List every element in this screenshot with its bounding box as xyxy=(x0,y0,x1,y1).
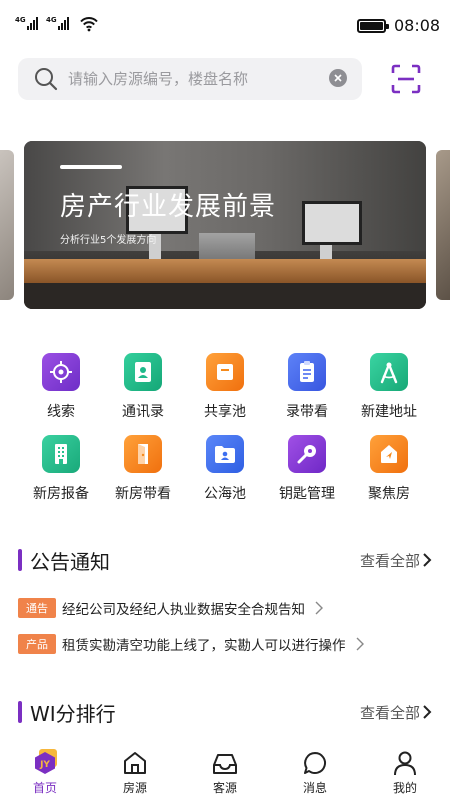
contacts-icon xyxy=(124,353,162,391)
quick-action-shared-pool[interactable]: 共享池 xyxy=(184,353,266,421)
door-icon xyxy=(124,435,162,473)
section-accent-bar xyxy=(18,549,22,571)
svg-text:JY: JY xyxy=(39,760,50,770)
building-icon xyxy=(42,435,80,473)
banner-monitor-image-2 xyxy=(302,201,362,245)
quick-action-label: 通讯录 xyxy=(122,404,164,420)
tab-profile[interactable]: 我的 xyxy=(360,746,450,796)
search-icon xyxy=(35,68,58,91)
key-icon xyxy=(288,435,326,473)
user-icon xyxy=(394,751,416,776)
tab-label: 我的 xyxy=(392,781,417,795)
tab-clients[interactable]: 客源 xyxy=(180,746,270,796)
tab-label: 房源 xyxy=(122,781,147,795)
quick-action-label: 公海池 xyxy=(204,486,246,502)
close-icon xyxy=(334,74,342,82)
carousel-prev-slide[interactable] xyxy=(0,150,14,300)
chat-bubble-icon xyxy=(304,752,326,774)
tab-label: 首页 xyxy=(32,781,57,795)
quick-action-label: 钥匙管理 xyxy=(279,486,335,502)
quick-action-label: 新建地址 xyxy=(361,404,417,420)
banner-subtitle: 分析行业5个发展方向 xyxy=(60,235,157,246)
banner-desk xyxy=(24,259,426,283)
compass-icon xyxy=(370,353,408,391)
quick-action-focus-house[interactable]: 聚焦房 xyxy=(348,435,430,503)
tab-listings[interactable]: 房源 xyxy=(90,746,180,796)
quick-action-label: 聚焦房 xyxy=(368,486,410,502)
quick-action-label: 线索 xyxy=(47,404,75,420)
clipboard-icon xyxy=(288,353,326,391)
quick-action-leads[interactable]: 线索 xyxy=(20,353,102,421)
announcement-tag: 产品 xyxy=(18,634,56,654)
house-icon xyxy=(124,752,146,774)
scan-icon[interactable] xyxy=(390,63,422,95)
quick-action-new-home-viewing[interactable]: 新房带看 xyxy=(102,435,184,503)
cellular-signal-icon-2: 4G xyxy=(46,17,70,30)
status-time: 08:08 xyxy=(394,16,441,35)
announcement-text: 经纪公司及经纪人执业数据安全合规告知 xyxy=(62,602,305,618)
banner-title: 房产行业发展前景 xyxy=(60,192,277,222)
quick-action-new-address[interactable]: 新建地址 xyxy=(348,353,430,421)
inbox-icon xyxy=(213,754,237,774)
announcement-text: 租赁实勘清空功能上线了，实勘人可以进行操作 xyxy=(62,638,346,654)
target-icon xyxy=(42,353,80,391)
section-accent-bar xyxy=(18,701,22,723)
promo-banner[interactable]: 房产行业发展前景 分析行业5个发展方向 xyxy=(24,141,426,309)
quick-action-contacts[interactable]: 通讯录 xyxy=(102,353,184,421)
announcements-header: 公告通知 查看全部 xyxy=(18,546,432,574)
folder-user-icon xyxy=(206,435,244,473)
quick-action-label: 共享池 xyxy=(204,404,246,420)
tab-messages[interactable]: 消息 xyxy=(270,746,360,796)
ranking-view-all-link[interactable]: 查看全部 xyxy=(360,702,420,723)
quick-action-label: 录带看 xyxy=(286,404,328,420)
announcements-title: 公告通知 xyxy=(30,550,110,574)
chevron-right-icon xyxy=(315,601,323,615)
quick-action-public-pool[interactable]: 公海池 xyxy=(184,435,266,503)
announcement-item[interactable]: 通告 经纪公司及经纪人执业数据安全合规告知 xyxy=(18,597,323,619)
quick-action-record-viewing[interactable]: 录带看 xyxy=(266,353,348,421)
announcement-tag: 通告 xyxy=(18,598,56,618)
share-box-icon xyxy=(206,353,244,391)
chevron-right-icon[interactable] xyxy=(422,552,432,568)
battery-icon xyxy=(357,19,389,33)
carousel-next-slide[interactable] xyxy=(436,150,450,300)
home-logo-icon: JY xyxy=(35,749,57,774)
bottom-tab-bar: JY 首页 房源 客源 消息 我的 xyxy=(0,740,450,800)
network-type-label-2: 4G xyxy=(46,16,57,24)
announcements-view-all-link[interactable]: 查看全部 xyxy=(360,550,420,571)
network-type-label: 4G xyxy=(15,16,26,24)
status-bar: 4G 4G 08:08 xyxy=(0,0,450,52)
search-input[interactable] xyxy=(68,58,328,100)
banner-accent-line xyxy=(60,165,122,169)
ranking-title: WI分排行 xyxy=(30,702,116,726)
chevron-right-icon[interactable] xyxy=(422,704,432,720)
quick-action-new-home-report[interactable]: 新房报备 xyxy=(20,435,102,503)
cellular-signal-icon: 4G xyxy=(15,17,39,30)
quick-action-label: 新房带看 xyxy=(115,486,171,502)
wifi-icon xyxy=(80,17,98,32)
tab-home[interactable]: JY 首页 xyxy=(0,746,90,796)
tab-label: 客源 xyxy=(212,781,237,795)
tab-label: 消息 xyxy=(302,781,327,795)
clear-search-button[interactable] xyxy=(329,69,347,87)
chevron-right-icon xyxy=(356,637,364,651)
announcement-item[interactable]: 产品 租赁实勘清空功能上线了，实勘人可以进行操作 xyxy=(18,633,364,655)
ranking-header: WI分排行 查看全部 xyxy=(18,698,432,726)
search-bar[interactable] xyxy=(18,58,362,100)
quick-action-label: 新房报备 xyxy=(33,486,89,502)
focus-house-icon xyxy=(370,435,408,473)
quick-action-key-management[interactable]: 钥匙管理 xyxy=(266,435,348,503)
